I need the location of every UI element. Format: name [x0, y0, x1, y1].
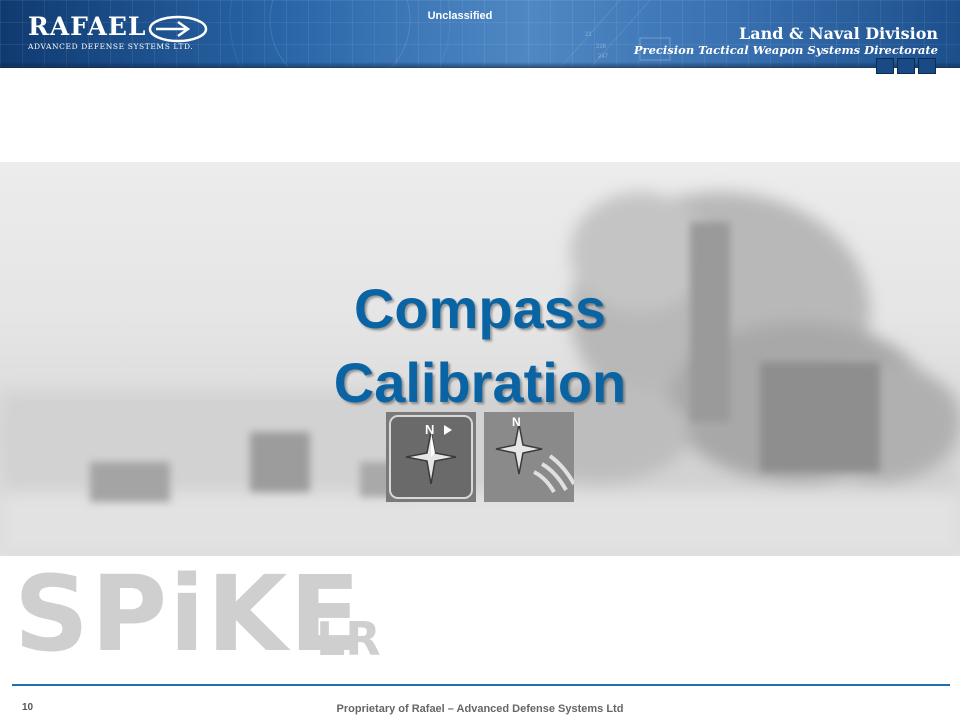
- title-line-1: Compass: [353, 277, 607, 340]
- calibration-north-label: N: [512, 415, 521, 429]
- header-square-group: [876, 58, 936, 74]
- header-banner: 21 226 247 RAFAEL ADVANCED DEFENSE SYSTE…: [0, 0, 960, 68]
- header-square: [876, 58, 894, 74]
- classification-label: Unclassified: [427, 10, 493, 22]
- spike-product-logo: SPiKE: [14, 553, 363, 675]
- compass-calibration-icon: N: [484, 412, 576, 502]
- division-title: Land & Naval Division: [738, 24, 938, 43]
- slide-title: Compass Calibration: [0, 272, 960, 420]
- compass-icon: N: [386, 412, 476, 502]
- product-variant-label: LR: [316, 612, 381, 666]
- compass-north-label: N: [425, 422, 434, 437]
- logo-subtitle: ADVANCED DEFENSE SYSTEMS LTD.: [28, 42, 194, 51]
- header-square: [897, 58, 915, 74]
- footer-divider: [12, 684, 950, 686]
- proprietary-notice: Proprietary of Rafael – Advanced Defense…: [336, 703, 624, 715]
- svg-text:247: 247: [598, 54, 609, 60]
- header-square: [918, 58, 936, 74]
- header-shade: [0, 62, 960, 68]
- directorate-title: Precision Tactical Weapon Systems Direct…: [633, 43, 938, 57]
- svg-text:21: 21: [585, 32, 592, 38]
- svg-text:226: 226: [596, 44, 607, 50]
- title-line-2: Calibration: [333, 351, 627, 414]
